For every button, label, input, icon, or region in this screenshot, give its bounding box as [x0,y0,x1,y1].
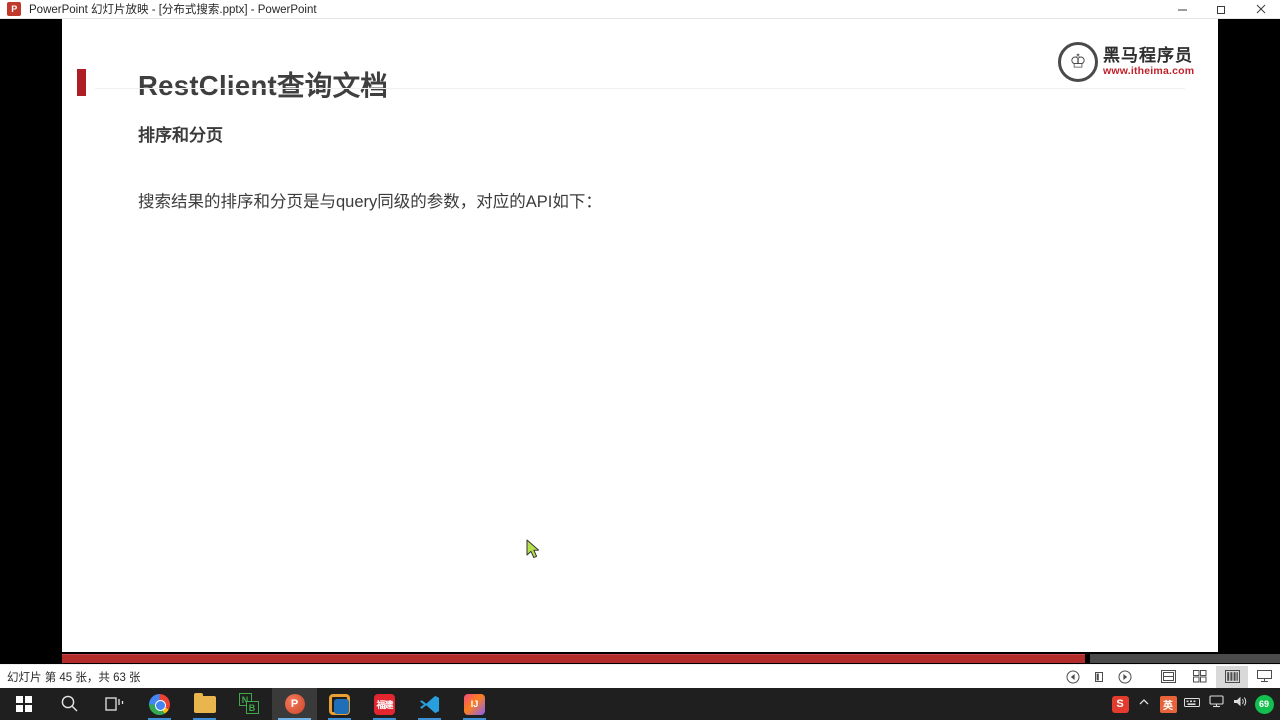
taskbar-item-powerpoint[interactable] [272,688,317,720]
reading-view-button[interactable] [1216,665,1248,688]
network-icon [1208,695,1224,713]
temperature-badge-icon: 69 [1254,694,1274,714]
taskbar-item-idea[interactable]: IJ [452,688,497,720]
volume-icon [1233,695,1248,713]
windows-taskbar: NB 福建 IJ S [0,688,1280,720]
progress-remaining [1090,654,1280,663]
slide-counter-label: 幻灯片 第 45 张，共 63 张 [7,671,141,684]
progress-elapsed [62,654,1085,663]
taskbar-item-onenote[interactable]: NB [227,688,272,720]
system-tray: S 英 69 [1108,688,1280,720]
next-slide-button[interactable] [1112,665,1138,689]
slide-header: RestClient查询文档 ♔ 黑马程序员 www.itheima.com [62,19,1218,101]
powerpoint-icon [284,694,305,714]
title-accent-bar [77,69,86,96]
task-view-icon [104,693,126,715]
normal-view-button[interactable] [1152,666,1184,688]
onenote-icon: NB [238,693,261,715]
search-icon [59,693,81,715]
taskbar-item-fuwei[interactable]: 福建 [362,688,407,720]
keyboard-icon [1184,695,1200,713]
slide-canvas[interactable]: RestClient查询文档 ♔ 黑马程序员 www.itheima.com 排… [62,19,1218,652]
logo-url-text: www.itheima.com [1103,65,1195,78]
tray-keyboard[interactable] [1180,688,1204,720]
minimize-button[interactable] [1163,0,1202,19]
page-title: RestClient查询文档 [138,70,389,101]
snip-icon: S [1111,695,1129,713]
taskbar-item-vscode[interactable] [407,688,452,720]
logo-brand-text: 黑马程序员 [1103,45,1193,65]
horse-head-icon: ♔ [1058,42,1098,82]
tray-snipaste[interactable]: S [1108,688,1132,720]
status-bar-controls [1060,665,1280,689]
window-title: PowerPoint 幻灯片放映 - [分布式搜索.pptx] - PowerP… [29,4,317,16]
taskbar-item-chrome[interactable] [137,688,182,720]
ime-icon: 英 [1159,695,1177,713]
tray-network[interactable] [1204,688,1228,720]
taskbar-item-explorer[interactable] [182,688,227,720]
task-view-button[interactable] [92,688,137,720]
tray-ime[interactable]: 英 [1156,688,1180,720]
vmware-icon [329,693,350,715]
chevron-up-icon [1138,695,1150,713]
chrome-icon [149,693,170,715]
taskbar-item-vmware[interactable] [317,688,362,720]
window-title-bar: P PowerPoint 幻灯片放映 - [分布式搜索.pptx] - Powe… [0,0,1280,19]
mouse-cursor [526,539,542,561]
pause-slideshow-button[interactable] [1086,665,1112,689]
slideshow-stage[interactable]: RestClient查询文档 ♔ 黑马程序员 www.itheima.com 排… [0,19,1280,652]
search-button[interactable] [47,688,92,720]
previous-slide-button[interactable] [1060,665,1086,689]
status-bar: 幻灯片 第 45 张，共 63 张 [0,664,1280,688]
intellij-idea-icon: IJ [464,693,485,715]
desktop-screen: P PowerPoint 幻灯片放映 - [分布式搜索.pptx] - Powe… [0,0,1280,720]
window-controls [1163,0,1280,19]
slide-sorter-button[interactable] [1184,666,1216,688]
powerpoint-icon: P [6,2,22,16]
header-divider [95,88,1185,89]
slide-subheading: 排序和分页 [138,126,223,145]
red-app-icon: 福建 [374,693,395,715]
start-button[interactable] [0,688,47,720]
restore-icon[interactable] [1202,0,1241,19]
vscode-icon [419,693,441,715]
itheima-logo: ♔ 黑马程序员 www.itheima.com [1058,41,1194,83]
slideshow-button[interactable] [1248,666,1280,688]
tray-volume[interactable] [1228,688,1252,720]
folder-icon [193,692,216,713]
tray-overflow-button[interactable] [1132,688,1156,720]
tray-monitor-badge[interactable]: 69 [1252,688,1276,720]
windows-logo-icon [15,696,32,712]
slide-body-text: 搜索结果的排序和分页是与query同级的参数，对应的API如下： [138,193,602,211]
presentation-progress-bar[interactable] [0,652,1280,664]
close-icon[interactable] [1241,0,1280,19]
